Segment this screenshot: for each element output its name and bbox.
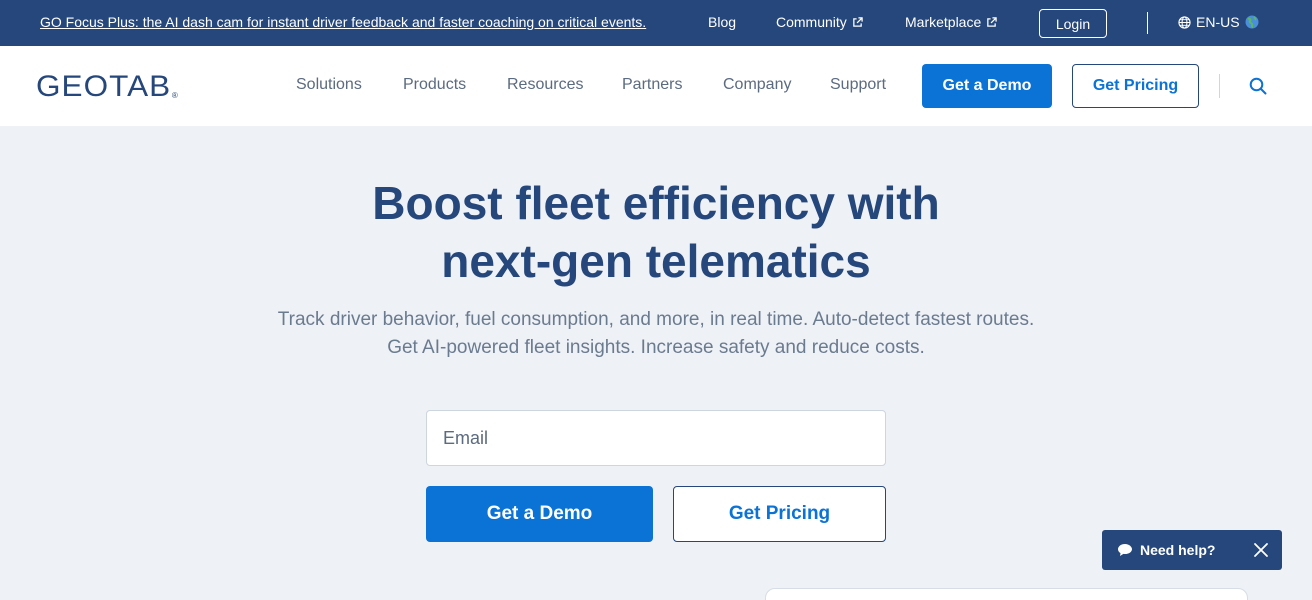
- need-help-label: Need help?: [1140, 542, 1216, 558]
- community-link-label: Community: [776, 14, 847, 30]
- hero-subtitle: Track driver behavior, fuel consumption,…: [0, 306, 1312, 362]
- chat-bubble-icon: [1118, 544, 1132, 556]
- nav-divider: [1219, 74, 1220, 98]
- language-selector[interactable]: EN-US: [1178, 14, 1259, 30]
- nav-item-company[interactable]: Company: [723, 76, 791, 94]
- hero-subtitle-line: Get AI-powered fleet insights. Increase …: [387, 337, 925, 358]
- search-icon[interactable]: [1249, 77, 1267, 95]
- blog-link-label: Blog: [708, 14, 737, 30]
- hero-get-pricing-button[interactable]: Get Pricing: [673, 486, 886, 542]
- marketplace-link-label: Marketplace: [905, 14, 982, 30]
- community-link[interactable]: Community: [776, 14, 863, 30]
- blog-link[interactable]: Blog: [708, 14, 736, 30]
- announcement-link[interactable]: GO Focus Plus: the AI dash cam for insta…: [40, 14, 646, 30]
- nav-get-pricing-button[interactable]: Get Pricing: [1072, 64, 1199, 108]
- nav-item-products[interactable]: Products: [403, 76, 466, 94]
- nav-item-resources[interactable]: Resources: [507, 76, 583, 94]
- earth-icon: [1245, 15, 1259, 29]
- external-link-icon: [852, 16, 863, 27]
- login-button[interactable]: Login: [1039, 9, 1107, 38]
- content-card: [765, 588, 1248, 600]
- nav-get-demo-button[interactable]: Get a Demo: [922, 64, 1052, 108]
- hero-get-demo-button[interactable]: Get a Demo: [426, 486, 653, 542]
- hero-title-line: next-gen telematics: [441, 235, 871, 287]
- nav-item-solutions[interactable]: Solutions: [296, 76, 362, 94]
- nav-item-partners[interactable]: Partners: [622, 76, 682, 94]
- nav-item-support[interactable]: Support: [830, 76, 886, 94]
- hero-subtitle-line: Track driver behavior, fuel consumption,…: [277, 309, 1035, 330]
- logo-wordmark: GEOTAB: [36, 70, 172, 103]
- language-label: EN-US: [1196, 14, 1240, 30]
- geotab-logo[interactable]: GEOTAB ®: [36, 72, 178, 102]
- need-help-widget[interactable]: Need help?: [1102, 530, 1282, 570]
- close-icon[interactable]: [1252, 541, 1270, 559]
- email-field[interactable]: [426, 410, 886, 466]
- hero-title-line: Boost fleet efficiency with: [372, 177, 940, 229]
- external-link-icon: [987, 16, 997, 27]
- main-navigation: GEOTAB ® Solutions Products Resources Pa…: [0, 46, 1312, 126]
- topbar-divider: [1147, 12, 1148, 34]
- globe-icon: [1178, 15, 1191, 29]
- registered-mark: ®: [171, 91, 178, 100]
- marketplace-link[interactable]: Marketplace: [905, 14, 997, 30]
- top-bar: GO Focus Plus: the AI dash cam for insta…: [0, 0, 1312, 46]
- hero-title: Boost fleet efficiency with next-gen tel…: [0, 174, 1312, 290]
